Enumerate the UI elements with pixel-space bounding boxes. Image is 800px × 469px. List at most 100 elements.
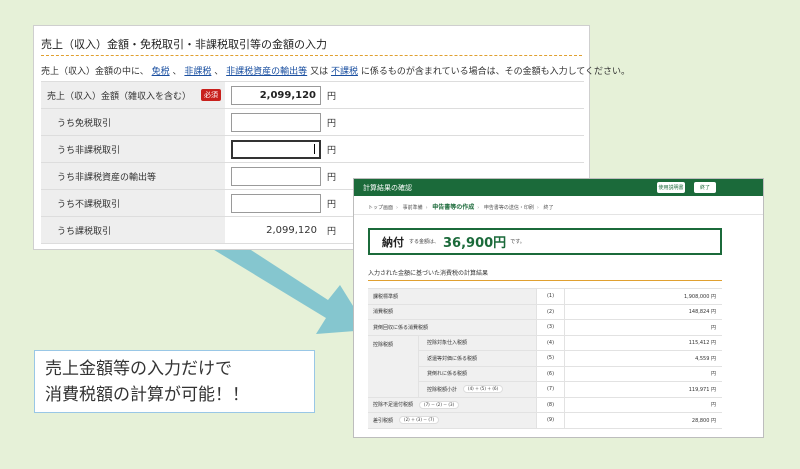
row-label-text: 控除税額小計 [427,386,458,393]
row-label: うち課税取引 [41,217,225,243]
row-label: 差引税額 (2) ＋ (3) － (7) [368,413,536,428]
payment-result-box: 納付 する金額は、 36,900円 です。 [368,228,722,255]
row-label-text: 控除不足還付税額 [373,402,414,409]
table-row: 控除不足還付税額 (7) － (2) － (3) (8) 円 [368,397,722,413]
link-hikazei-export[interactable]: 非課税資産の輸出等 [226,67,307,77]
row-value: 4,559 円 [564,351,722,366]
sales-amount-input[interactable]: 2,099,120 [231,85,321,105]
result-small-text: する金額は、 [409,239,440,245]
section-divider [368,280,722,281]
row-value: 円 [564,397,722,412]
row-number: (4) [536,335,564,350]
breadcrumb: トップ画面 › 事前準備 › 申告書等の作成 › 申告書等の送信・印刷 › 終了 [368,202,553,211]
link-fukazei[interactable]: 不課税 [331,67,358,77]
row-value: 28,800 円 [564,413,722,428]
unit-label: 円 [327,172,337,183]
row-number: (7) [536,382,564,397]
row-label: うち非課税資産の輸出等 [41,163,225,189]
table-row: 返還等対価に係る税額 (5) 4,559 円 [368,351,722,367]
unit-label: 円 [327,118,337,129]
deduction-group: 控除税額 控除対象仕入税額 (4) 115,412 円 返還等対価に係る税額 (… [368,335,722,398]
header-divider [354,214,763,215]
note-sep: 、 [172,67,182,77]
table-row: うち免税取引 円 [41,109,584,136]
row-label: うち不課税取引 [41,190,225,216]
result-label: 納付 [382,235,404,249]
link-menzei[interactable]: 免税 [152,67,170,77]
text-caret [314,144,315,154]
table-row: うち非課税取引 円 [41,136,584,163]
row-label: うち免税取引 [41,109,225,135]
row-number: (1) [536,289,564,304]
link-hikazei[interactable]: 非課税 [184,67,211,77]
row-number: (3) [536,320,564,335]
breadcrumb-item: 終了 [543,205,554,211]
row-number: (9) [536,413,564,428]
unit-label: 円 [327,145,337,156]
confirm-panel: 計算結果の確認 使用説明書 終了 トップ画面 › 事前準備 › 申告書等の作成 › 申… [353,178,764,438]
non-taxable-input[interactable] [231,139,321,159]
chevron-right-icon: › [477,205,480,211]
table-row: 貸倒回収に係る消費税額 (3) 円 [368,320,722,336]
result-tail: です。 [510,239,525,245]
table-row: 差引税額 (2) ＋ (3) － (7) (9) 28,800 円 [368,413,722,429]
row-label: 返還等対価に係る税額 [418,351,536,366]
row-label-text: 差引税額 [373,417,394,424]
non-subject-input[interactable] [231,193,321,213]
row-value: 円 [564,366,722,381]
unit-label: 円 [327,226,337,237]
close-button[interactable]: 終了 [694,182,716,193]
table-row: 売上（収入）金額（雑収入を含む） 必須 2,099,120 円 [41,82,584,109]
unit-label: 円 [327,199,337,210]
note-sep: 、 [214,67,224,77]
calc-result-table: 課税標準額 (1) 1,908,000 円 消費税額 (2) 148,824 円… [368,288,722,429]
note-mid: 又は [310,67,329,77]
chevron-right-icon: › [536,205,539,211]
row-label: うち非課税取引 [41,136,225,162]
row-label: 控除対象仕入税額 [418,335,536,350]
table-row: 控除税額小計 (4) ＋ (5) ＋ (6) (7) 119,971 円 [368,382,722,398]
breadcrumb-item: 事前準備 [402,205,423,211]
confirm-header: 計算結果の確認 使用説明書 終了 [354,179,763,196]
result-amount: 36,900円 [443,236,507,251]
row-number: (6) [536,366,564,381]
row-label: 売上（収入）金額（雑収入を含む） 必須 [41,82,225,108]
caption-box: 売上金額等の入力だけで 消費税額の計算が可能！！ [34,350,315,413]
chevron-right-icon: › [396,205,399,211]
row-value: 円 [564,320,722,335]
required-badge: 必須 [201,89,222,101]
row-value: 115,412 円 [564,335,722,350]
help-button[interactable]: 使用説明書 [657,182,685,193]
breadcrumb-item: 申告書等の送信・印刷 [483,205,534,211]
chevron-right-icon: › [425,205,428,211]
row-label: 控除不足還付税額 (7) － (2) － (3) [368,397,536,412]
breadcrumb-current: 申告書等の作成 [432,204,475,211]
input-form-note: 売上（収入）金額の中に、 免税 、 非課税 、 非課税資産の輸出等 又は 不課税… [41,64,630,77]
table-row: 消費税額 (2) 148,824 円 [368,304,722,320]
formula-badge: (2) ＋ (3) － (7) [399,416,440,425]
caption-line-1: 売上金額等の入力だけで [45,359,232,379]
note-suffix: に係るものが含まれている場合は、その金額も入力してください。 [360,67,631,77]
formula-badge: (4) ＋ (5) ＋ (6) [463,385,504,394]
row-number: (2) [536,304,564,319]
table-row: 控除対象仕入税額 (4) 115,412 円 [368,335,722,351]
row-label-text: 売上（収入）金額（雑収入を含む） [47,91,192,102]
row-label: 貸倒回収に係る消費税額 [368,320,536,335]
row-label: 貸倒れに係る税額 [418,366,536,381]
row-value: 119,971 円 [564,382,722,397]
row-label: 消費税額 [368,304,536,319]
non-taxable-export-input[interactable] [231,166,321,186]
tax-exempt-input[interactable] [231,112,321,132]
row-value: 148,824 円 [564,304,722,319]
row-label: 課税標準額 [368,289,536,304]
table-row: 貸倒れに係る税額 (6) 円 [368,366,722,382]
section-title: 入力された金額に基づいた消費税の計算結果 [368,270,489,277]
input-form-title: 売上（収入）金額・免税取引・非課税取引等の金額の入力 [41,38,327,51]
table-row: 課税標準額 (1) 1,908,000 円 [368,289,722,305]
formula-badge: (7) － (2) － (3) [419,400,460,409]
caption-line-2: 消費税額の計算が可能！！ [45,385,249,405]
breadcrumb-item: トップ画面 [368,205,394,211]
row-label: 控除税額小計 (4) ＋ (5) ＋ (6) [418,382,536,397]
row-value: 1,908,000 円 [564,289,722,304]
taxable-amount-value: 2,099,120 [266,224,317,236]
